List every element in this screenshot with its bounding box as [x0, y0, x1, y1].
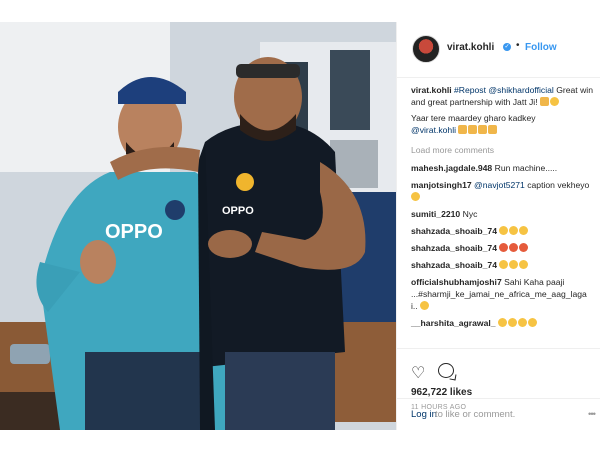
- comments-list: virat.kohli #Repost @shikhardofficial Gr…: [411, 84, 593, 334]
- login-link[interactable]: Log in: [411, 409, 437, 420]
- muscle-emoji-icon: [468, 125, 478, 134]
- comment: mahesh.jagdale.948 Run machine.....: [411, 162, 593, 174]
- comment-username[interactable]: sumiti_2210: [411, 209, 460, 219]
- emoji-icon: [509, 260, 519, 269]
- heart-eyes-emoji-icon: [519, 243, 529, 252]
- comment: __harshita_agrawal_: [411, 317, 593, 329]
- caption-mention[interactable]: @shikhardofficial: [488, 85, 553, 95]
- caption-line2: Yaar tere maardey gharo kadkey: [411, 113, 536, 123]
- emoji-icon: [517, 318, 527, 327]
- svg-text:OPPO: OPPO: [105, 221, 163, 243]
- login-bar: Log in to like or comment. •••: [397, 398, 600, 431]
- emoji-icon: [527, 318, 537, 327]
- header-username[interactable]: virat.kohli: [447, 42, 494, 53]
- ellipsis-icon[interactable]: •••: [588, 409, 596, 420]
- comment: manjotsingh17 @navjot5271 caption vekhey…: [411, 179, 593, 203]
- avatar[interactable]: [412, 35, 440, 63]
- smile-emoji-icon: [549, 97, 559, 106]
- post-sidebar: virat.kohli ✓ • Follow virat.kohli #Repo…: [396, 22, 600, 430]
- likes-count[interactable]: 962,722 likes: [411, 387, 472, 398]
- muscle-emoji-icon: [458, 125, 468, 134]
- caption-username[interactable]: virat.kohli: [411, 85, 452, 95]
- post-photo[interactable]: OPPO OPPO: [0, 22, 396, 430]
- comment-username[interactable]: __harshita_agrawal_: [411, 318, 496, 328]
- svg-text:OPPO: OPPO: [222, 205, 254, 217]
- photo-illustration: OPPO OPPO: [0, 22, 396, 430]
- separator-dot: •: [516, 40, 520, 51]
- comment: sumiti_2210 Nyc: [411, 208, 593, 220]
- post-header: virat.kohli ✓ • Follow: [397, 22, 600, 78]
- load-more-comments[interactable]: Load more comments: [411, 144, 593, 156]
- emoji-icon: [499, 260, 509, 269]
- comment: officialshubhamjoshi7 Sahi Kaha paaji ..…: [411, 276, 593, 312]
- emoji-icon: [497, 318, 507, 327]
- comment-username[interactable]: shahzada_shoaib_74: [411, 260, 497, 270]
- heart-eyes-emoji-icon: [499, 243, 509, 252]
- comment-username[interactable]: officialshubhamjoshi7: [411, 277, 502, 287]
- comment-text: Nyc: [462, 209, 478, 219]
- comment-username[interactable]: manjotsingh17: [411, 180, 472, 190]
- comment-icon[interactable]: [438, 363, 454, 378]
- thumbs-up-emoji-icon: [478, 125, 488, 134]
- follow-button[interactable]: Follow: [525, 42, 557, 53]
- comment: shahzada_shoaib_74: [411, 259, 593, 271]
- login-prompt-text: to like or comment.: [435, 409, 516, 420]
- emoji-icon: [519, 226, 529, 235]
- emoji-icon: [507, 318, 517, 327]
- comment-text: caption vekheyo: [527, 180, 590, 190]
- comment: shahzada_shoaib_74: [411, 242, 593, 254]
- verified-badge-icon: ✓: [503, 43, 511, 51]
- emoji-icon: [519, 260, 529, 269]
- heart-icon[interactable]: ♡: [411, 363, 425, 383]
- caption: virat.kohli #Repost @shikhardofficial Gr…: [411, 84, 593, 108]
- comment-mention[interactable]: @navjot5271: [474, 180, 525, 190]
- grin-emoji-icon: [420, 301, 430, 310]
- emoji-icon: [499, 226, 509, 235]
- emoji-icon: [509, 226, 519, 235]
- comment-username[interactable]: shahzada_shoaib_74: [411, 226, 497, 236]
- hand-emoji-icon: [539, 97, 549, 106]
- caption-continued: Yaar tere maardey gharo kadkey @virat.ko…: [411, 112, 593, 136]
- comment-username[interactable]: shahzada_shoaib_74: [411, 243, 497, 253]
- caption-hashtag[interactable]: #Repost: [454, 85, 486, 95]
- comment-text: Run machine.....: [494, 163, 558, 173]
- caption-mention-2[interactable]: @virat.kohli: [411, 125, 456, 135]
- heart-eyes-emoji-icon: [509, 243, 519, 252]
- grin-emoji-icon: [411, 192, 420, 201]
- instagram-post: OPPO OPPO virat.kohli ✓ • Follow virat.k…: [0, 22, 600, 430]
- thumbs-up-emoji-icon: [488, 125, 498, 134]
- comment-username[interactable]: mahesh.jagdale.948: [411, 163, 492, 173]
- comment: shahzada_shoaib_74: [411, 225, 593, 237]
